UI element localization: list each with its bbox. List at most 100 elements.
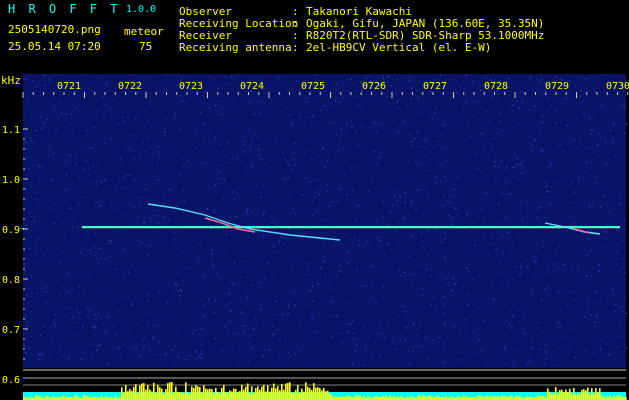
noise-speck (182, 250, 184, 253)
noise-speck (204, 127, 207, 130)
noise-speck (221, 157, 223, 160)
noise-speck (611, 199, 613, 201)
noise-speck (479, 255, 482, 257)
noise-speck (168, 151, 170, 154)
noise-speck (89, 344, 91, 346)
level-bar (155, 393, 157, 400)
noise-speck (393, 83, 396, 86)
level-bar (165, 389, 167, 400)
noise-speck (161, 106, 163, 108)
noise-speck (62, 207, 65, 209)
noise-speck (596, 314, 598, 317)
noise-speck (246, 210, 248, 213)
noise-speck (622, 105, 624, 107)
noise-speck (134, 118, 137, 120)
noise-speck (283, 295, 285, 297)
noise-speck (587, 81, 589, 83)
noise-speck (78, 334, 80, 336)
noise-speck (35, 252, 37, 255)
noise-speck (330, 123, 332, 125)
noise-speck (216, 274, 218, 276)
noise-speck (237, 361, 239, 363)
noise-speck (520, 273, 522, 275)
noise-speck (521, 99, 523, 102)
noise-speck (362, 285, 364, 287)
noise-speck (80, 358, 82, 360)
noise-speck (203, 210, 205, 212)
noise-speck (173, 283, 175, 285)
noise-speck (225, 155, 227, 158)
level-bar (57, 396, 59, 400)
noise-speck (54, 325, 57, 328)
noise-speck (342, 333, 344, 335)
noise-speck (457, 359, 459, 361)
noise-speck (289, 114, 291, 116)
noise-speck (313, 190, 315, 192)
noise-speck (193, 329, 196, 331)
noise-speck (582, 168, 584, 171)
level-bar (125, 384, 127, 400)
noise-speck (95, 185, 98, 187)
noise-speck (185, 162, 187, 164)
noise-speck (199, 210, 201, 212)
noise-speck (586, 275, 589, 277)
noise-speck (323, 259, 325, 262)
noise-speck (392, 278, 395, 280)
noise-speck (223, 325, 226, 328)
noise-speck (409, 133, 411, 136)
noise-speck (171, 303, 173, 305)
noise-speck (580, 77, 582, 79)
noise-speck (61, 305, 63, 308)
noise-speck (586, 161, 588, 163)
noise-speck (88, 276, 90, 278)
noise-speck (455, 207, 457, 209)
noise-speck (242, 325, 244, 327)
noise-speck (306, 282, 308, 285)
noise-speck (480, 85, 482, 87)
noise-speck (25, 224, 27, 226)
noise-speck (353, 296, 355, 298)
level-bar (205, 388, 207, 400)
noise-speck (238, 197, 241, 199)
noise-speck (65, 113, 67, 116)
noise-speck (489, 353, 491, 355)
noise-speck (495, 359, 497, 361)
noise-speck (69, 124, 72, 126)
noise-speck (342, 147, 344, 150)
noise-speck (368, 242, 370, 244)
noise-speck (517, 310, 520, 313)
noise-speck (211, 249, 214, 251)
noise-speck (166, 197, 168, 199)
noise-speck (131, 303, 133, 305)
noise-speck (312, 128, 314, 130)
noise-speck (26, 148, 28, 150)
noise-speck (157, 163, 159, 165)
level-bar (527, 396, 529, 400)
noise-speck (363, 326, 366, 329)
noise-speck (260, 260, 262, 262)
noise-speck (507, 193, 509, 196)
level-bar (249, 393, 251, 400)
noise-speck (129, 339, 131, 341)
noise-speck (425, 104, 427, 107)
noise-speck (442, 361, 445, 363)
noise-speck (318, 124, 320, 126)
noise-speck (136, 356, 138, 358)
noise-speck (256, 337, 258, 339)
noise-speck (174, 364, 176, 367)
noise-speck (576, 285, 579, 287)
noise-speck (94, 232, 96, 234)
noise-speck (263, 349, 266, 351)
noise-speck (327, 159, 329, 162)
noise-speck (584, 350, 586, 352)
level-bar (581, 389, 583, 400)
noise-speck (251, 124, 253, 126)
noise-speck (410, 201, 412, 203)
noise-speck (440, 164, 442, 166)
level-bar (551, 394, 553, 400)
noise-speck (201, 328, 203, 330)
noise-speck (122, 214, 124, 216)
noise-speck (116, 269, 119, 271)
noise-speck (440, 180, 442, 182)
noise-speck (213, 140, 215, 142)
